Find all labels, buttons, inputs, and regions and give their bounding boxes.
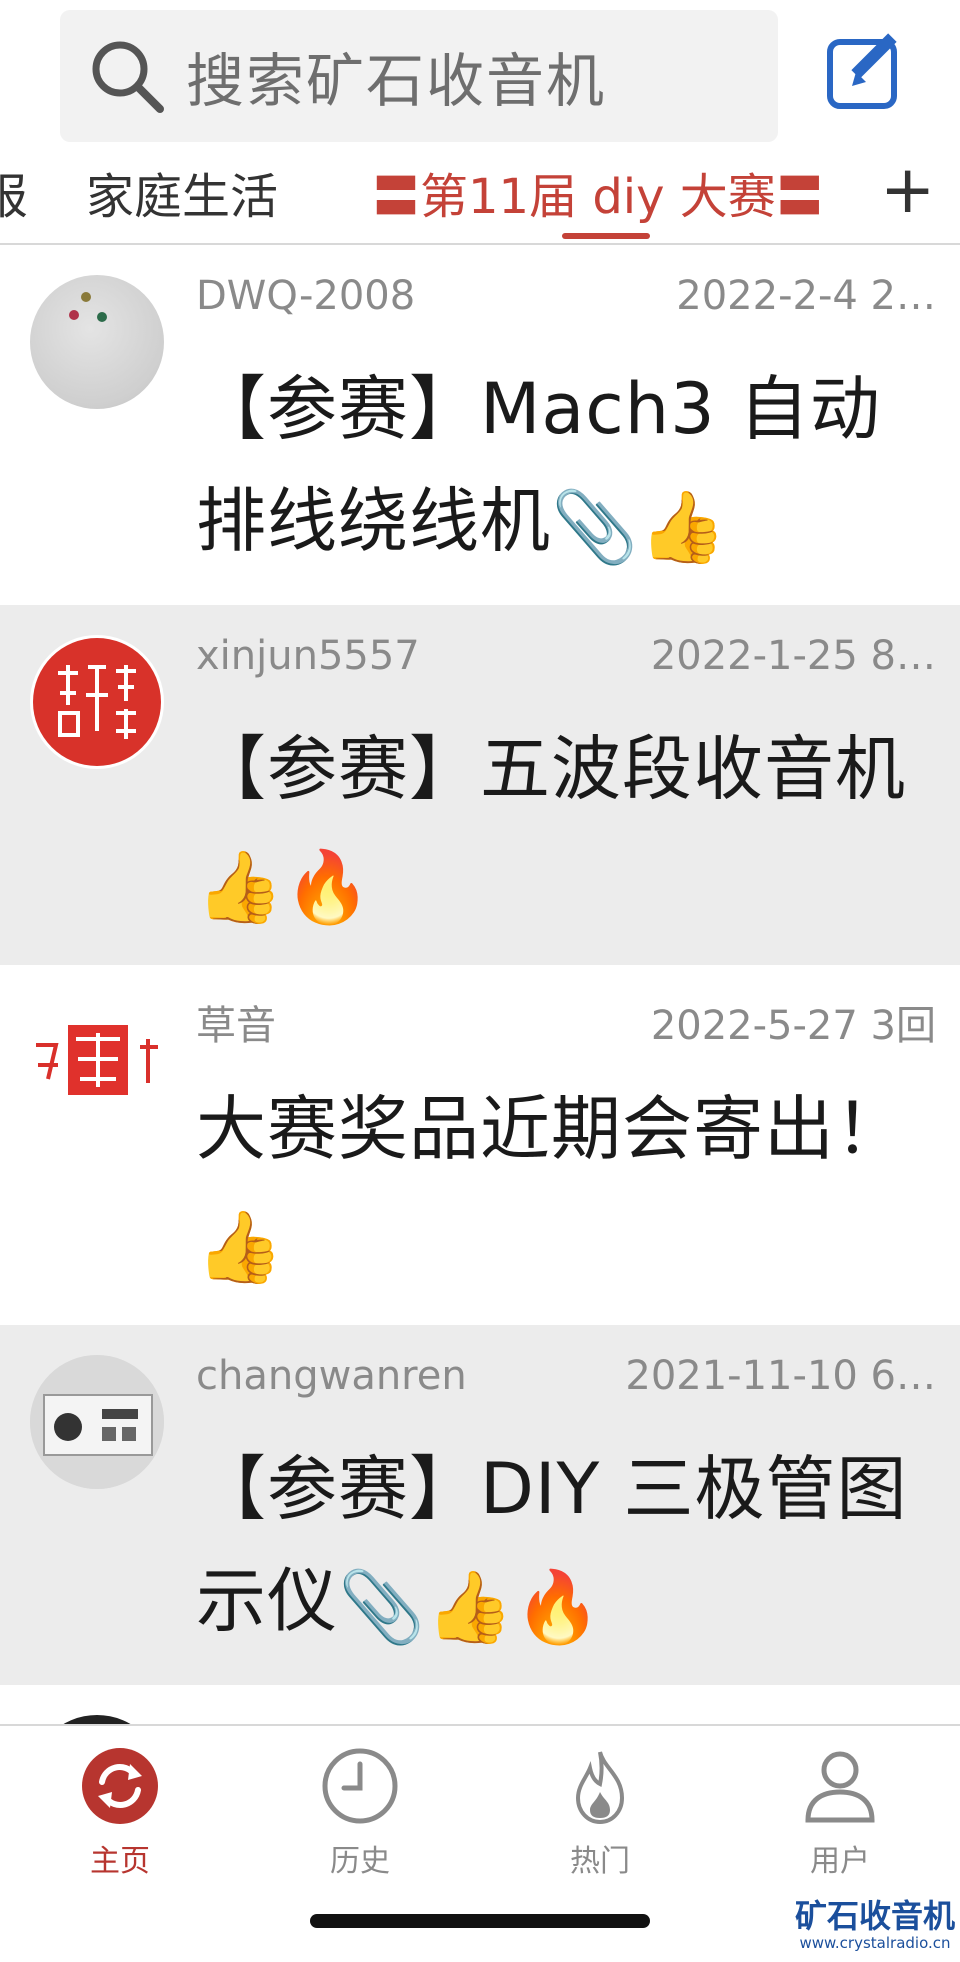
post-date: 2022-1-25 8…	[650, 633, 936, 679]
search-placeholder: 搜索矿石收音机	[186, 47, 607, 115]
paperclip-icon: 📎	[338, 1566, 427, 1648]
avatar[interactable]	[30, 275, 164, 409]
post-title[interactable]: 【参赛】五波段收音机 👍🔥	[196, 713, 916, 943]
nav-user-label: 用户	[810, 1844, 870, 1879]
author-name[interactable]: changwanren	[196, 1353, 467, 1399]
post-item[interactable]: changwanren 2021-11-10 6… 【参赛】DIY 三极管图示仪…	[0, 1325, 960, 1685]
flame-icon	[575, 1751, 625, 1825]
device-avatar-image	[30, 1355, 164, 1489]
nav-hot-label: 热门	[570, 1844, 630, 1879]
post-item[interactable]: xinjun5557 2022-1-25 8… 【参赛】五波段收音机 👍🔥	[0, 605, 960, 965]
avatar[interactable]	[30, 635, 164, 769]
post-title-text: 大赛奖品近期会寄出！	[196, 1088, 906, 1170]
post-title[interactable]: 【参赛】Mach3 自动排线绕线机📎👍	[196, 353, 916, 583]
post-date: 2022-5-27 3回	[650, 1003, 936, 1049]
author-name[interactable]: 草音	[196, 993, 276, 1051]
post-meta: DWQ-2008 2022-2-4 2…	[196, 273, 936, 323]
post-feed: DWQ-2008 2022-2-4 2… 【参赛】Mach3 自动排线绕线机📎👍…	[0, 245, 960, 1745]
category-tabs: 报 家庭生活 〓第11届 diy 大赛〓 +	[0, 145, 960, 245]
post-date: 2022-2-4 2…	[676, 273, 936, 319]
seal-avatar-image	[33, 638, 161, 766]
nav-home-label: 主页	[90, 1844, 150, 1879]
refresh-icon	[82, 1748, 158, 1824]
post-meta: xinjun5557 2022-1-25 8…	[196, 633, 936, 683]
post-title[interactable]: 大赛奖品近期会寄出！ 👍	[196, 1073, 916, 1303]
post-date: 2021-11-10 6…	[625, 1353, 936, 1399]
site-watermark: 矿石收音机 www.crystalradio.cn	[790, 1898, 960, 1952]
watermark-url: www.crystalradio.cn	[799, 1934, 951, 1952]
compose-icon[interactable]	[822, 28, 912, 118]
home-indicator[interactable]	[310, 1914, 650, 1928]
search-bar[interactable]: 搜索矿石收音机	[60, 10, 778, 142]
nav-user[interactable]: 用户	[765, 1746, 915, 1880]
thumbs-up-icon: 👍	[639, 486, 728, 568]
thumbs-up-icon: 👍	[196, 1206, 285, 1288]
active-tab-indicator	[562, 233, 650, 239]
fire-icon: 🔥	[284, 846, 373, 928]
nav-history[interactable]: 历史	[285, 1746, 435, 1880]
user-icon	[805, 1751, 875, 1823]
avatar-image	[69, 292, 107, 322]
nav-hot[interactable]: 热门	[525, 1746, 675, 1880]
add-tab-button[interactable]: +	[880, 157, 935, 223]
nav-home[interactable]: 主页	[45, 1746, 195, 1880]
post-title-text: 【参赛】Mach3 自动排线绕线机	[196, 368, 881, 562]
tab-family-life[interactable]: 家庭生活	[86, 157, 278, 227]
fire-icon: 🔥	[514, 1566, 603, 1648]
stamp-avatar-image	[30, 1023, 164, 1097]
tab-diy-contest[interactable]: 〓第11届 diy 大赛〓	[372, 157, 824, 227]
author-name[interactable]: xinjun5557	[196, 633, 420, 679]
post-meta: 草音 2022-5-27 3回	[196, 993, 936, 1049]
nav-history-label: 历史	[330, 1844, 390, 1879]
post-item[interactable]: DWQ-2008 2022-2-4 2… 【参赛】Mach3 自动排线绕线机📎👍	[0, 245, 960, 605]
clock-icon	[322, 1748, 398, 1824]
thumbs-up-icon: 👍	[196, 846, 285, 928]
search-icon	[92, 41, 164, 113]
post-title[interactable]: 【参赛】DIY 三极管图示仪📎👍🔥	[196, 1433, 916, 1663]
paperclip-icon: 📎	[551, 486, 640, 568]
top-bar: 搜索矿石收音机	[0, 0, 960, 145]
author-name[interactable]: DWQ-2008	[196, 273, 415, 319]
post-title-text: 【参赛】五波段收音机	[196, 728, 906, 810]
avatar[interactable]	[30, 1355, 164, 1489]
post-item[interactable]: 草音 2022-5-27 3回 大赛奖品近期会寄出！ 👍	[0, 965, 960, 1325]
thumbs-up-icon: 👍	[426, 1566, 515, 1648]
watermark-title: 矿石收音机	[794, 1897, 955, 1935]
tab-previous[interactable]: 报	[0, 157, 28, 227]
post-meta: changwanren 2021-11-10 6…	[196, 1353, 936, 1403]
avatar[interactable]	[30, 995, 164, 1129]
